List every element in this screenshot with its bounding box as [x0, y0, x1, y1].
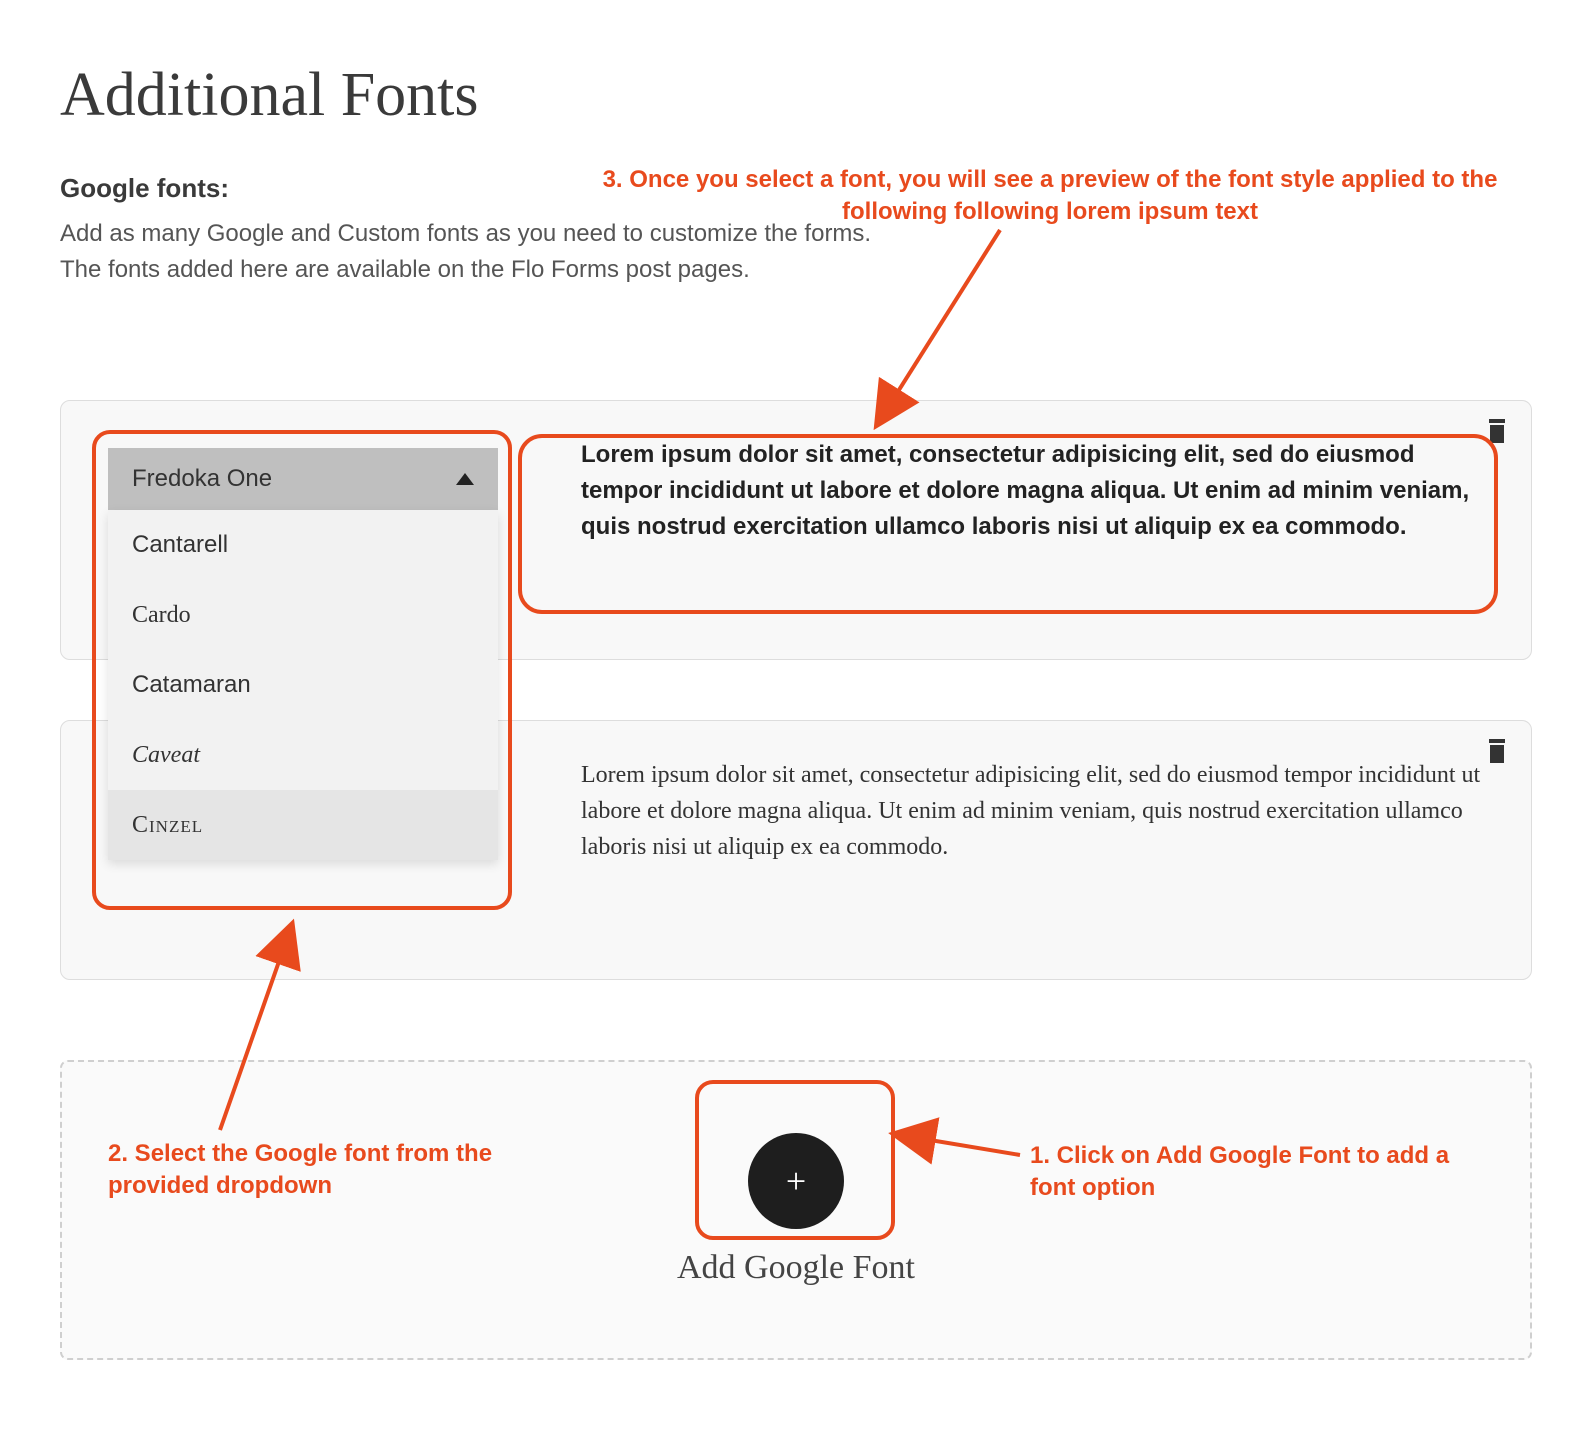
dropdown-selected-value[interactable]: Fredoka One	[108, 448, 498, 510]
dropdown-option-catamaran[interactable]: Catamaran	[108, 650, 498, 720]
add-font-panel: + Add Google Font	[60, 1060, 1532, 1360]
trash-icon[interactable]	[1487, 739, 1507, 763]
caret-up-icon	[456, 473, 474, 485]
dropdown-option-caveat[interactable]: Caveat	[108, 720, 498, 790]
font-select-dropdown[interactable]: Fredoka One Cantarell Cardo Catamaran Ca…	[108, 448, 498, 860]
font-preview-text-2: Lorem ipsum dolor sit amet, consectetur …	[581, 757, 1481, 865]
plus-icon: +	[786, 1163, 806, 1199]
dropdown-option-cinzel[interactable]: Cinzel	[108, 790, 498, 860]
annotation-step-3: 3. Once you select a font, you will see …	[600, 164, 1500, 229]
add-google-font-label: Add Google Font	[677, 1249, 915, 1287]
dropdown-option-cantarell[interactable]: Cantarell	[108, 510, 498, 580]
annotation-step-2: 2. Select the Google font from the provi…	[108, 1138, 578, 1203]
font-preview-text-1: Lorem ipsum dolor sit amet, consectetur …	[581, 437, 1481, 545]
desc-line2: The fonts added here are available on th…	[60, 256, 750, 283]
dropdown-options-list: Cantarell Cardo Catamaran Caveat Cinzel	[108, 510, 498, 860]
dropdown-selected-text: Fredoka One	[132, 465, 272, 493]
dropdown-option-cardo[interactable]: Cardo	[108, 580, 498, 650]
annotation-step-1: 1. Click on Add Google Font to add a fon…	[1030, 1140, 1470, 1205]
add-google-font-button[interactable]: +	[748, 1133, 844, 1229]
page-title: Additional Fonts	[60, 60, 1592, 131]
trash-icon[interactable]	[1487, 419, 1507, 443]
